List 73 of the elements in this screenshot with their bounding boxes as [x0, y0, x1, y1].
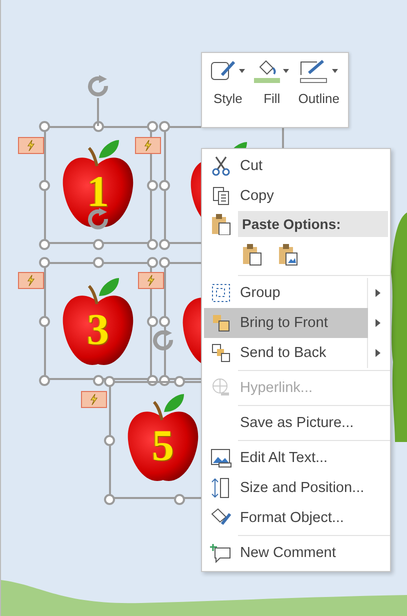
picture-icon — [210, 448, 232, 468]
menu-item[interactable]: Copy — [204, 181, 388, 211]
resize-handle[interactable] — [38, 374, 50, 386]
resize-handle[interactable] — [158, 238, 170, 250]
lightning-icon — [27, 275, 35, 286]
apple-number: 5 — [152, 428, 174, 464]
menu-section-header: Paste Options: — [238, 211, 388, 237]
apple-number: 1 — [87, 174, 109, 210]
resize-handle[interactable] — [158, 180, 170, 190]
animation-tag[interactable] — [18, 137, 44, 154]
scissors-icon — [212, 156, 230, 176]
rotate-handle-icon[interactable] — [87, 207, 111, 231]
lightning-icon — [144, 140, 152, 151]
caret-icon — [239, 69, 246, 73]
resize-handle[interactable] — [174, 376, 184, 386]
menu-item[interactable]: Edit Alt Text... — [204, 443, 388, 473]
fill-bucket-icon — [254, 59, 280, 83]
animation-tag[interactable] — [135, 137, 161, 154]
resize-handle[interactable] — [146, 180, 158, 190]
resize-handle[interactable] — [158, 120, 170, 132]
resize-handle[interactable] — [92, 374, 104, 386]
group-icon — [211, 283, 231, 303]
send-to-back-icon — [211, 343, 231, 363]
menu-item[interactable]: New Comment — [204, 538, 388, 568]
resize-handle[interactable] — [174, 494, 184, 504]
bring-to-front-icon — [211, 313, 231, 333]
menu-item[interactable]: Send to Back — [204, 338, 388, 368]
shape-style-icon — [210, 59, 236, 83]
resize-handle[interactable] — [38, 256, 50, 268]
resize-handle[interactable] — [146, 120, 158, 132]
resize-icon — [211, 477, 231, 499]
menu-item[interactable]: Bring to Front — [204, 308, 388, 338]
apple-number: 3 — [87, 312, 109, 348]
resize-handle[interactable] — [104, 434, 114, 446]
resize-handle[interactable] — [146, 316, 158, 326]
menu-item[interactable]: Save as Picture... — [204, 408, 388, 438]
paint-brush-icon — [210, 508, 232, 528]
animation-tag[interactable] — [138, 272, 164, 289]
resize-handle[interactable] — [104, 494, 114, 504]
menu-item[interactable]: Format Object... — [204, 503, 388, 533]
resize-handle[interactable] — [92, 238, 104, 250]
toolbar-button[interactable]: Outline — [296, 59, 342, 127]
caret-icon — [332, 69, 338, 73]
lightning-icon — [147, 275, 155, 286]
resize-handle[interactable] — [38, 180, 50, 190]
rotate-handle-icon[interactable] — [87, 74, 111, 98]
animation-tag[interactable] — [81, 391, 107, 408]
resize-handle[interactable] — [38, 120, 50, 132]
resize-handle[interactable] — [158, 256, 170, 268]
copy-icon — [212, 186, 230, 206]
resize-handle[interactable] — [92, 256, 104, 268]
toolbar-button[interactable]: Fill — [252, 59, 292, 127]
caret-icon — [283, 69, 290, 73]
resize-handle[interactable] — [158, 316, 170, 326]
caret-icon — [375, 319, 381, 327]
resize-handle[interactable] — [146, 256, 158, 268]
comment-icon — [210, 543, 232, 563]
globe-link-icon — [211, 378, 231, 398]
clipboard-icon — [211, 213, 231, 235]
menu-item[interactable]: Size and Position... — [204, 473, 388, 503]
toolbar-button[interactable]: Style — [208, 59, 248, 127]
animation-tag[interactable] — [18, 272, 44, 289]
rotate-handle-icon[interactable] — [152, 328, 176, 352]
resize-handle[interactable] — [146, 238, 158, 250]
outline-pen-icon — [299, 59, 330, 83]
caret-icon — [375, 289, 381, 297]
caret-icon — [375, 349, 381, 357]
resize-handle[interactable] — [38, 316, 50, 326]
resize-handle[interactable] — [38, 238, 50, 250]
lightning-icon — [27, 140, 35, 151]
lightning-icon — [90, 394, 98, 405]
resize-handle[interactable] — [104, 376, 114, 386]
menu-item[interactable]: Cut — [204, 151, 388, 181]
